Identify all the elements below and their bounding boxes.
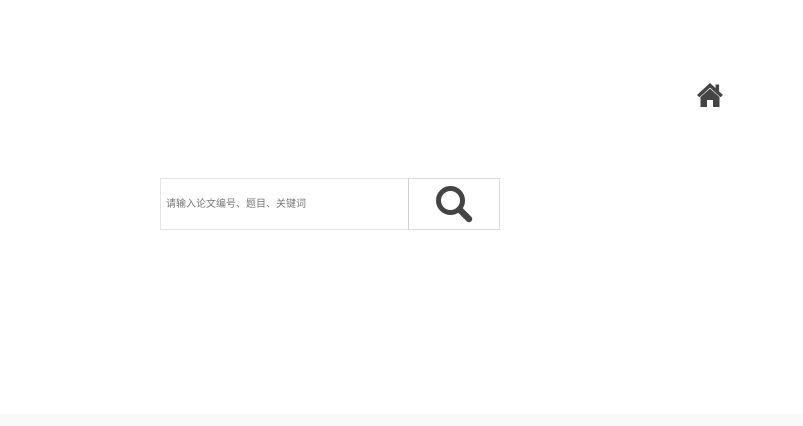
page: { "header": { "home_icon": "home-icon" }…	[0, 0, 803, 426]
page-footer-band	[0, 414, 803, 426]
search-form	[160, 178, 500, 230]
home-icon	[697, 83, 723, 107]
search-icon	[436, 186, 473, 223]
home-button[interactable]	[696, 82, 724, 108]
search-input[interactable]	[160, 178, 408, 230]
search-button[interactable]	[408, 178, 500, 230]
